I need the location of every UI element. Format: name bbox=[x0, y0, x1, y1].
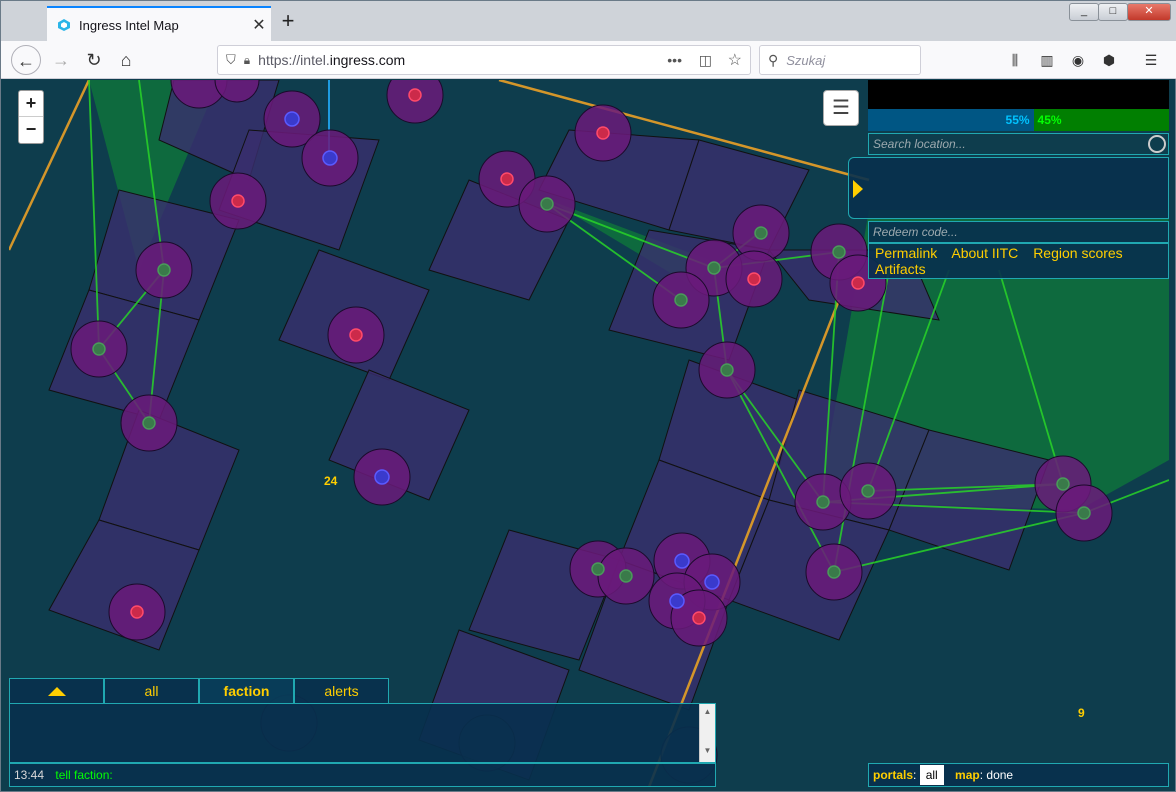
close-window-button[interactable]: ✕ bbox=[1127, 3, 1171, 21]
url-text[interactable]: https://intel.ingress.com bbox=[258, 52, 405, 68]
artifacts-link[interactable]: Artifacts bbox=[875, 261, 926, 277]
scroll-up-icon[interactable]: ▲ bbox=[700, 707, 715, 716]
search-icon: ⚲ bbox=[768, 51, 779, 68]
permalink-link[interactable]: Permalink bbox=[875, 245, 937, 261]
home-button[interactable]: ⌂ bbox=[111, 45, 141, 75]
chat-tabs: all faction alerts bbox=[9, 678, 389, 703]
chat-input[interactable]: 13:44 tell faction: bbox=[9, 763, 716, 787]
lock-icon[interactable]: 🔒︎ bbox=[244, 53, 250, 68]
search-location-placeholder: Search location... bbox=[873, 137, 966, 151]
search-placeholder: Szukaj bbox=[786, 52, 826, 68]
portals-filter-select[interactable]: all bbox=[919, 765, 944, 785]
extension-icon[interactable]: ⬢ bbox=[1099, 50, 1119, 70]
tab-close-icon[interactable]: ✕ bbox=[247, 15, 271, 35]
reload-button[interactable]: ↻ bbox=[79, 45, 109, 75]
shield-icon[interactable]: ⛉ bbox=[226, 52, 236, 68]
zoom-control: + − bbox=[18, 90, 44, 144]
enlightened-score: 45% bbox=[1033, 109, 1169, 131]
chat-time: 13:44 bbox=[14, 768, 45, 782]
chat-expand-button[interactable] bbox=[9, 678, 104, 703]
url-bar[interactable]: ⛉ 🔒︎ https://intel.ingress.com ••• ◫ ☆ bbox=[217, 45, 751, 75]
back-button[interactable]: ← bbox=[11, 45, 41, 75]
portals-label: portals bbox=[873, 768, 914, 782]
account-icon[interactable]: ◉ bbox=[1068, 50, 1088, 70]
tab-title: Ingress Intel Map bbox=[79, 17, 179, 33]
bookmark-star-icon[interactable]: ☆ bbox=[728, 50, 742, 70]
map-status: portals: all map: done bbox=[868, 763, 1169, 787]
player-stats-bar bbox=[868, 80, 1169, 109]
browser-tab[interactable]: Ingress Intel Map ✕ bbox=[47, 6, 271, 42]
tab-bar: Ingress Intel Map ✕ + _ □ ✕ bbox=[1, 1, 1176, 42]
chat-messages: ▲ ▼ bbox=[9, 703, 716, 763]
cluster-label: 24 bbox=[324, 474, 338, 488]
pocket-icon[interactable]: ◫ bbox=[699, 52, 712, 69]
zoom-in-button[interactable]: + bbox=[19, 91, 43, 117]
browser-window: Ingress Intel Map ✕ + _ □ ✕ ← → ↻ ⌂ ⛉ 🔒︎… bbox=[0, 0, 1176, 792]
tab-faction[interactable]: faction bbox=[199, 678, 294, 703]
search-box[interactable]: ⚲ Szukaj bbox=[759, 45, 921, 75]
map-status-value: done bbox=[986, 768, 1014, 782]
sidebar-toggle-icon[interactable] bbox=[853, 180, 863, 198]
scroll-down-icon[interactable]: ▼ bbox=[700, 746, 715, 755]
chat-input-label: tell faction: bbox=[55, 768, 113, 782]
chevron-up-icon bbox=[47, 686, 66, 696]
tab-alerts[interactable]: alerts bbox=[294, 678, 389, 703]
tab-all[interactable]: all bbox=[104, 678, 199, 703]
toolbox: Permalink About IITC Region scores Artif… bbox=[868, 243, 1169, 279]
ingress-favicon-icon bbox=[58, 19, 70, 31]
menu-icon[interactable]: ☰ bbox=[1141, 50, 1161, 70]
maximize-button[interactable]: □ bbox=[1098, 3, 1128, 21]
locate-icon[interactable] bbox=[1148, 135, 1166, 153]
cluster-label: 9 bbox=[1078, 706, 1085, 720]
map-label: map bbox=[955, 768, 980, 782]
about-iitc-link[interactable]: About IITC bbox=[951, 245, 1018, 261]
navigation-bar: ← → ↻ ⌂ ⛉ 🔒︎ https://intel.ingress.com •… bbox=[1, 41, 1176, 98]
chat-scrollbar[interactable]: ▲ ▼ bbox=[699, 704, 715, 762]
portal-details-panel bbox=[848, 157, 1169, 219]
team-score-bar: 55% 45% bbox=[868, 109, 1169, 131]
new-tab-button[interactable]: + bbox=[275, 9, 301, 35]
zoom-out-button[interactable]: − bbox=[19, 117, 43, 143]
more-actions-icon[interactable]: ••• bbox=[667, 52, 682, 68]
minimize-button[interactable]: _ bbox=[1069, 3, 1099, 21]
redeem-placeholder: Redeem code... bbox=[873, 225, 958, 239]
layers-button[interactable]: ☰ bbox=[823, 90, 859, 126]
redeem-code-input[interactable]: Redeem code... bbox=[868, 221, 1169, 243]
layers-icon: ☰ bbox=[832, 97, 850, 119]
region-scores-link[interactable]: Region scores bbox=[1033, 245, 1123, 261]
forward-button[interactable]: → bbox=[46, 45, 76, 75]
sidebar-icon[interactable]: ▥ bbox=[1037, 50, 1057, 70]
resistance-score: 55% bbox=[868, 109, 1034, 131]
library-icon[interactable]: ⫼ bbox=[1005, 50, 1025, 70]
search-location-input[interactable]: Search location... bbox=[868, 133, 1169, 155]
